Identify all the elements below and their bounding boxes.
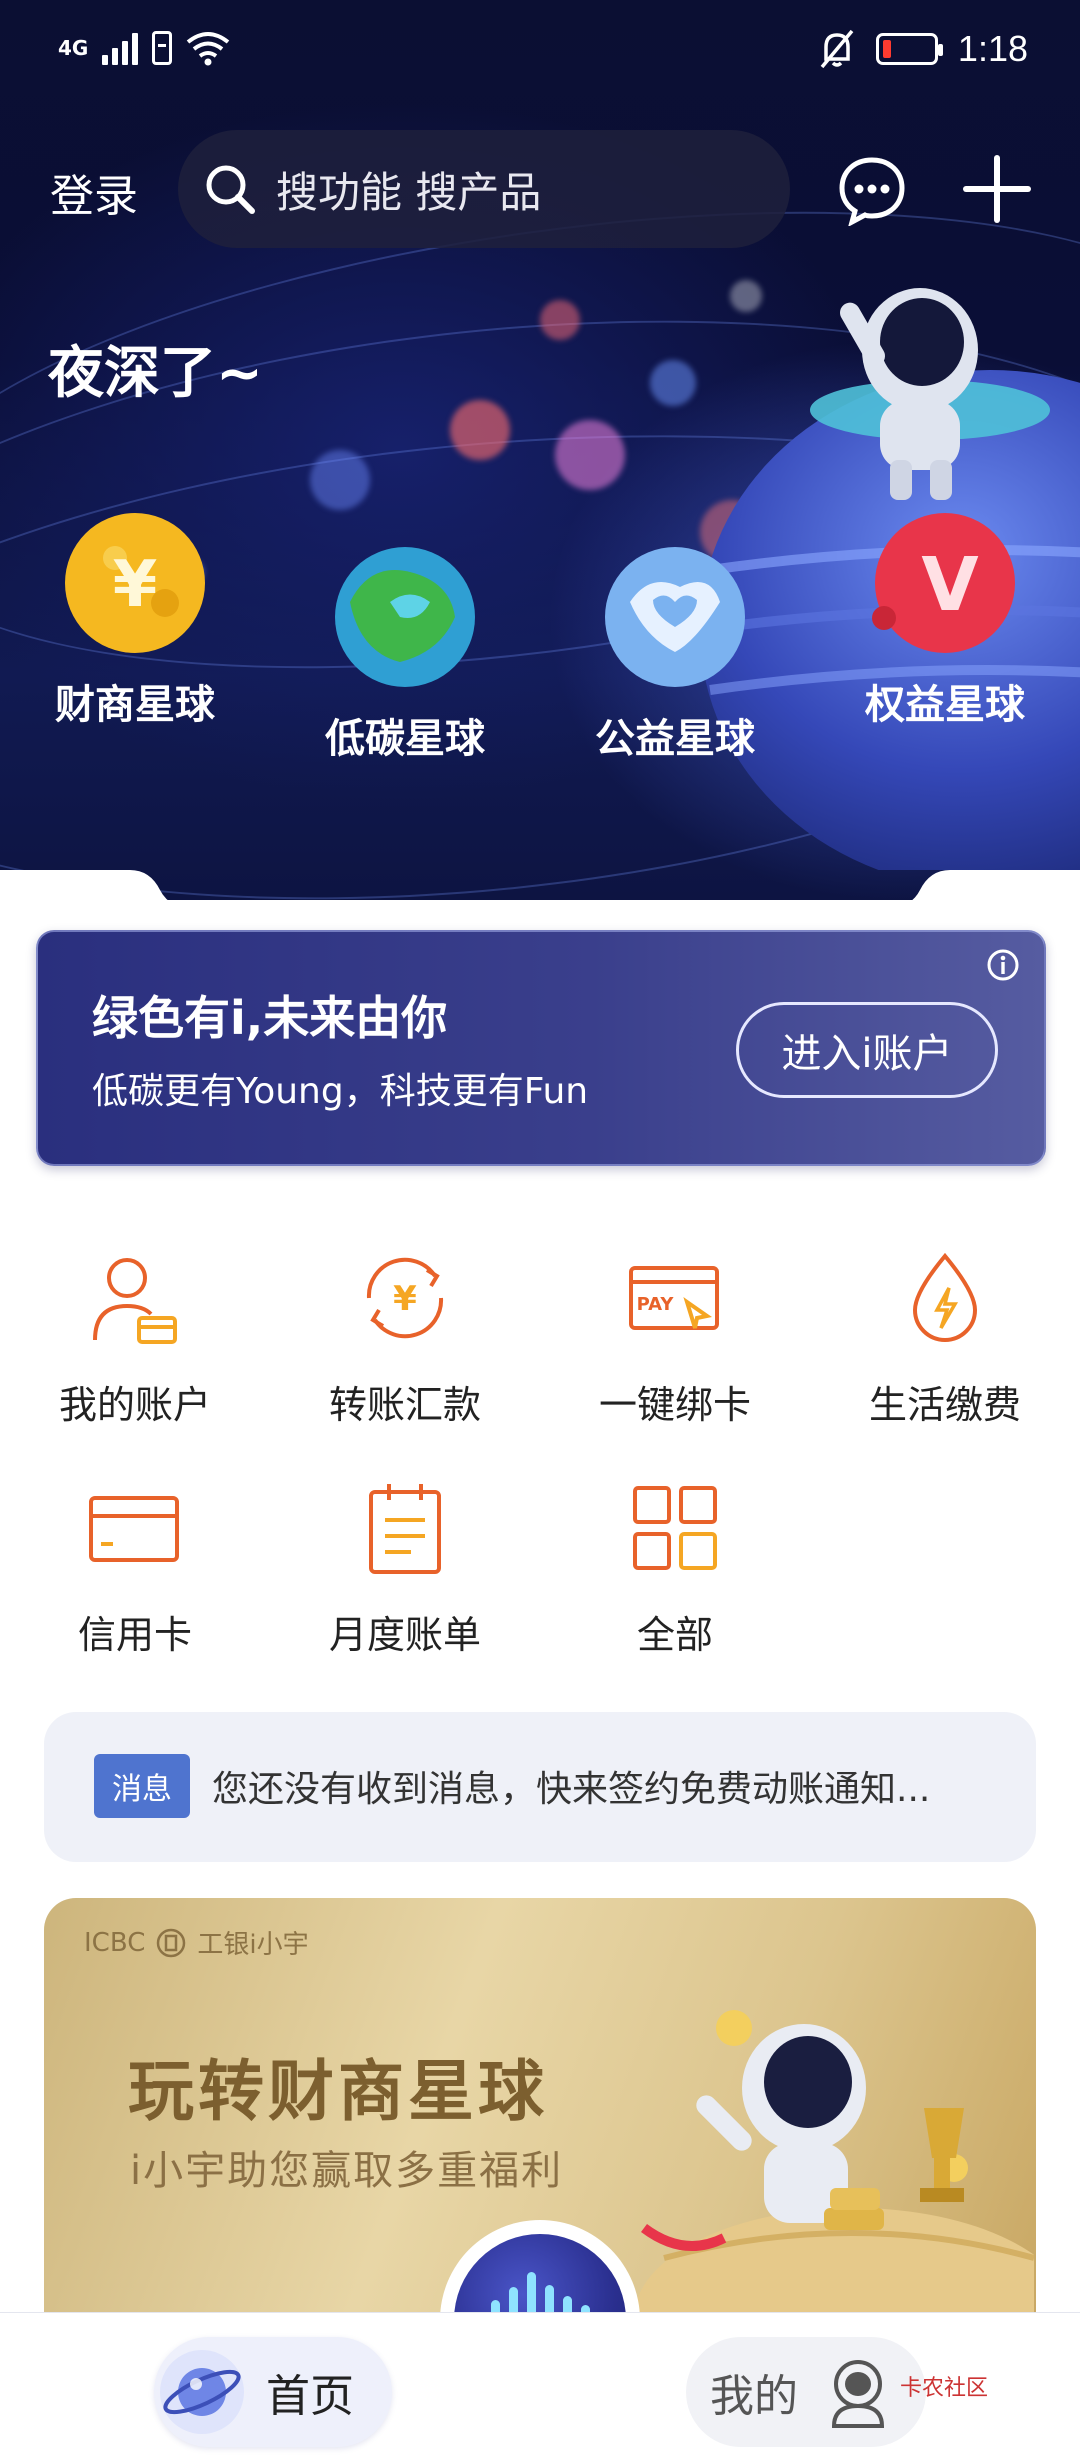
icbc-logo-icon [157, 1928, 186, 1957]
app-screen: 4G 1:18 登录 搜功能 搜产品 夜深了~ ¥ 财商星球 低碳星球 公益星球… [0, 0, 1080, 2460]
watermark-text: 卡农社区 [900, 2376, 989, 2401]
network-type: 4G [58, 36, 89, 60]
astronaut-trophy-illustration [634, 2010, 1034, 2318]
greeting-text: 夜深了~ [48, 341, 263, 406]
banner-title: 绿色有i,未来由你 [92, 991, 448, 1045]
planet-rights-label: 权益星球 [865, 682, 1025, 728]
quick-action-label: 信用卡 [77, 1613, 192, 1657]
credit-card-icon [89, 1496, 179, 1562]
plus-icon[interactable] [960, 152, 1034, 226]
nav-home-label: 首页 [266, 2371, 354, 2422]
lowcarbon-planet-icon [335, 547, 475, 687]
planet-finance-label: 财商星球 [55, 682, 215, 728]
promo-title: 玩转财商星球 [128, 2053, 548, 2130]
info-icon[interactable] [986, 948, 1020, 982]
planet-rights[interactable]: V 权益星球 [850, 508, 1040, 730]
promo-subtitle: i小宇助您赢取多重福利 [130, 2148, 564, 2194]
planet-lowcarbon-label: 低碳星球 [325, 716, 485, 762]
hero-curve [0, 870, 1080, 920]
account-icon [93, 1258, 177, 1344]
quick-action-utility[interactable]: 生活缴费 [810, 1248, 1080, 1429]
monthly-bill-icon [369, 1484, 441, 1574]
login-link[interactable]: 登录 [50, 160, 138, 224]
search-placeholder: 搜功能 搜产品 [276, 167, 542, 217]
charity-planet-icon [605, 547, 745, 687]
top-bar: 登录 搜功能 搜产品 [0, 128, 1080, 253]
chat-bubble-icon[interactable] [836, 154, 908, 226]
bind-card-icon: PAY [629, 1266, 719, 1330]
utility-payment-icon [912, 1252, 978, 1342]
planet-lowcarbon[interactable]: 低碳星球 [310, 542, 500, 764]
status-bar: 4G 1:18 [0, 0, 1080, 110]
search-bar[interactable]: 搜功能 搜产品 [178, 130, 790, 248]
promo-brand: ICBC 工银i小宇 [84, 1924, 309, 1961]
quick-action-label: 月度账单 [328, 1613, 481, 1657]
planet-charity[interactable]: 公益星球 [580, 542, 770, 764]
planet-charity-label: 公益星球 [595, 716, 755, 762]
message-badge: 消息 [94, 1754, 190, 1818]
mute-bell-icon [820, 29, 854, 69]
mascot-brand-text: 工银i小宇 [197, 1930, 309, 1960]
quick-action-monthly-bill[interactable]: 月度账单 [270, 1478, 540, 1659]
svg-text:PAY: PAY [637, 1294, 675, 1315]
icbc-brand-text: ICBC [84, 1927, 146, 1958]
banner-subtitle: 低碳更有Young，科技更有Fun [92, 1071, 589, 1112]
svg-text:V: V [921, 542, 978, 628]
signal-icon [102, 31, 139, 65]
sim-icon [152, 31, 173, 65]
quick-action-my-account[interactable]: 我的账户 [0, 1248, 270, 1429]
battery-icon [875, 33, 943, 65]
wifi-icon [187, 32, 230, 66]
quick-action-label: 一键绑卡 [598, 1383, 751, 1427]
quick-action-label: 全部 [636, 1613, 713, 1657]
all-grid-icon [633, 1486, 717, 1570]
svg-text:¥: ¥ [113, 548, 158, 622]
nav-mine[interactable]: 我的 [686, 2337, 926, 2447]
rights-planet-icon: V [872, 513, 1015, 653]
quick-action-label: 生活缴费 [868, 1383, 1021, 1427]
quick-action-label: 转账汇款 [328, 1383, 481, 1427]
notice-text: 您还没有收到消息，快来签约免费动账通知... [212, 1769, 931, 1810]
hero-section: 4G 1:18 登录 搜功能 搜产品 夜深了~ ¥ 财商星球 低碳星球 公益星球… [0, 0, 1080, 900]
quick-action-all[interactable]: 全部 [540, 1478, 810, 1659]
search-icon [206, 165, 255, 214]
enter-i-account-button[interactable]: 进入i账户 [736, 1002, 998, 1098]
quick-action-label: 我的账户 [58, 1383, 211, 1427]
quick-action-credit-card[interactable]: 信用卡 [0, 1478, 270, 1659]
quick-action-bind-card[interactable]: PAY 一键绑卡 [540, 1248, 810, 1429]
message-notice-bar[interactable]: 消息 您还没有收到消息，快来签约免费动账通知... [44, 1712, 1036, 1862]
astronaut-avatar-icon [831, 2360, 885, 2428]
planet-finance[interactable]: ¥ 财商星球 [40, 508, 230, 730]
quick-action-transfer[interactable]: ¥ 转账汇款 [270, 1248, 540, 1429]
clock: 1:18 [957, 28, 1028, 69]
svg-text:¥: ¥ [393, 1279, 417, 1319]
green-account-banner[interactable]: 绿色有i,未来由你 低碳更有Young，科技更有Fun 进入i账户 [36, 930, 1046, 1166]
nav-home[interactable]: 首页 [154, 2337, 392, 2447]
transfer-icon: ¥ [366, 1257, 444, 1339]
nav-mine-label: 我的 [710, 2371, 798, 2422]
finance-planet-icon: ¥ [65, 513, 205, 653]
planet-home-icon [160, 2350, 244, 2434]
